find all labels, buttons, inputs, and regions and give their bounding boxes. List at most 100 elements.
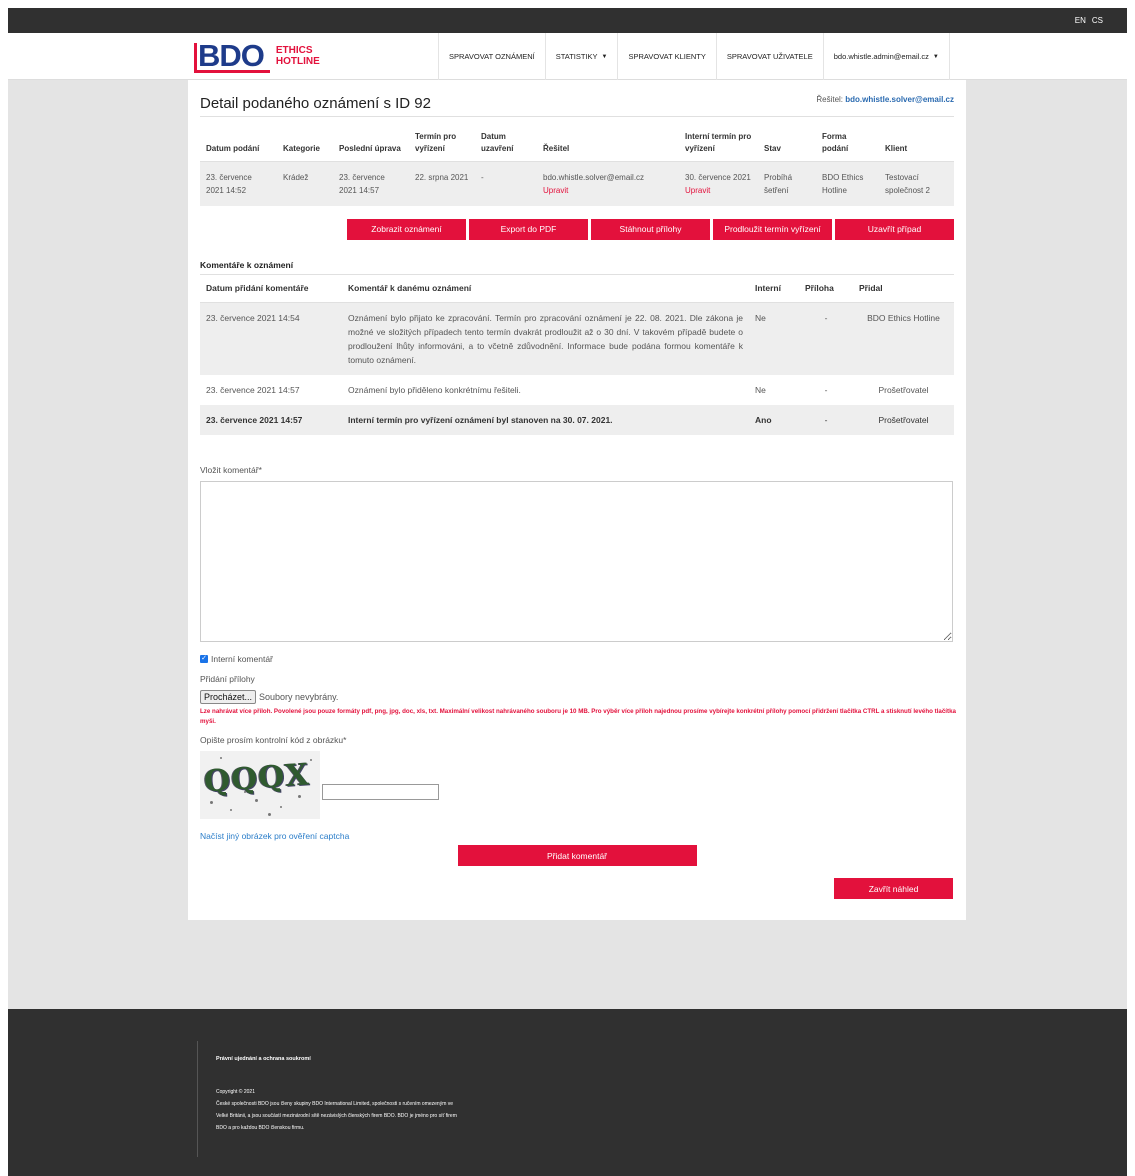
cell-client: Testovací společnost 2 [879,161,954,206]
comment-text: Oznámení bylo přiděleno konkrétnímu řeši… [348,385,521,395]
cell-closed: - [475,161,537,206]
internal-comment-label: Interní komentář [211,654,273,664]
col-category: Kategorie [277,117,333,162]
col-last-edit: Poslední úprava [333,117,409,162]
page-title: Detail podaného oznámení s ID 92 [200,95,431,112]
solver-label: Řešitel: [816,95,844,104]
table-row: 23. července 2021 14:54 Oznámení bylo př… [200,302,954,375]
nav-manage-clients[interactable]: SPRAVOVAT KLIENTY [617,33,715,80]
comment-attachment: - [799,405,853,435]
col-form: Forma podání [816,117,879,162]
cell-form: BDO Ethics Hotline [816,161,879,206]
attachment-warning: Lze nahrávat více příloh. Povolené jsou … [200,708,956,725]
legal-link[interactable]: Právní ujednání a ochrana soukromí [216,1056,311,1062]
caret-down-icon: ▼ [601,53,608,60]
browser-viewport: EN CS BDO ETHICS HOTLINE SPRAVOVAT OZNÁM… [8,8,1127,1176]
nav-manage-reports[interactable]: SPRAVOVAT OZNÁMENÍ [438,33,545,80]
comment-internal: Ano [749,405,799,435]
edit-internal-deadline-link[interactable]: Upravit [685,186,710,195]
col-internal-deadline: Interní termín pro vyřízení [679,117,758,162]
detail-table-row: 23. července 2021 14:52 Krádež 23. červe… [200,161,954,206]
col-comment-date: Datum přidání komentáře [200,274,342,303]
solver-email: bdo.whistle.solver@email.cz [845,95,954,104]
file-input: Procházet... Soubory nevybrány. [200,690,954,704]
col-status: Stav [758,117,816,162]
close-case-button[interactable]: Uzavřít případ [835,218,954,240]
export-pdf-button[interactable]: Export do PDF [469,218,588,240]
navbar: BDO ETHICS HOTLINE SPRAVOVAT OZNÁMENÍ ST… [8,33,1127,80]
cell-status: Probíhá šetření [758,161,816,206]
logo-subtitle: ETHICS HOTLINE [276,45,320,67]
col-comment-text: Komentář k danému oznámení [342,274,749,303]
nav-statistics[interactable]: STATISTIKY ▼ [544,33,618,80]
comment-text: Interní termín pro vyřízení oznámení byl… [342,405,749,435]
cell-internal-deadline: 30. července 2021 Upravit [679,161,758,206]
solver-info: Řešitel: bdo.whistle.solver@email.cz [816,95,954,104]
col-comment-author: Přidal [853,274,954,303]
add-comment-button[interactable]: Přidat komentář [457,845,697,866]
col-comment-attachment: Příloha [799,274,853,303]
comment-author: BDO Ethics Hotline [853,302,954,375]
detail-table: Datum podání Kategorie Poslední úprava T… [200,117,954,206]
nav-manage-clients-label: SPRAVOVAT KLIENTY [628,52,706,61]
footer: Právní ujednání a ochrana soukromí Copyr… [8,1009,1127,1176]
nav-manage-users-label: SPRAVOVAT UŽIVATELE [726,52,813,61]
solver-email-cell: bdo.whistle.solver@email.cz [543,172,645,182]
comment-text: Oznámení bylo přijato ke zpracování. Ter… [342,302,749,375]
captcha-image: QQQX [200,751,320,819]
comment-internal: Ne [755,385,766,395]
nav-manage-users[interactable]: SPRAVOVAT UŽIVATELE [715,33,823,80]
nav-user-menu[interactable]: bdo.whistle.admin@email.cz ▼ [822,33,950,80]
comments-title: Komentáře k oznámení [200,260,954,275]
show-report-button[interactable]: Zobrazit oznámení [347,218,466,240]
lang-cs-link[interactable]: CS [1092,16,1103,25]
edit-solver-link[interactable]: Upravit [543,184,673,197]
no-files-text: Soubory nevybrány. [259,692,339,702]
comment-author-link[interactable]: Prošetřovatel [853,375,954,405]
bdo-logo[interactable]: BDO ETHICS HOTLINE [194,38,320,73]
comment-textarea[interactable] [200,481,953,642]
internal-deadline-value: 30. července 2021 [685,172,751,182]
nav-statistics-label: STATISTIKY [555,52,598,61]
comment-label: Vložit komentář* [200,465,262,475]
footer-text-1: České společnosti BDO jsou členy skupiny… [216,1101,454,1107]
close-preview-button[interactable]: Zavřít náhled [834,878,953,899]
cell-last-edit: 23. července 2021 14:57 [333,161,409,206]
table-row: 23. července 2021 14:57 Interní termín p… [200,405,954,435]
cell-deadline: 22. srpna 2021 [409,161,475,206]
logo-brand-text: BDO [198,38,265,73]
logo-line-hotline: HOTLINE [275,56,320,67]
main-nav: SPRAVOVAT OZNÁMENÍ STATISTIKY ▼ SPRAVOVAT… [438,33,950,80]
col-solver: Řešitel [537,117,679,162]
cell-submitted: 23. července 2021 14:52 [200,161,277,206]
footer-divider [197,1041,198,1157]
comment-date: 23. července 2021 14:57 [206,385,300,395]
captcha-text: QQQX [202,757,311,800]
comments-table-header: Datum přidání komentáře Komentář k daném… [200,274,954,303]
comment-attachment: - [824,385,828,395]
detail-table-header: Datum podání Kategorie Poslední úprava T… [200,117,954,162]
comment-author-link[interactable]: Prošetřovatel [853,405,954,435]
nav-user-email: bdo.whistle.admin@email.cz [833,52,929,61]
logo-underline [194,70,270,73]
captcha-input[interactable] [322,784,439,800]
internal-comment-checkbox[interactable]: ✓ Interní komentář [200,654,954,664]
logo-line-ethics: ETHICS [275,45,313,56]
col-client: Klient [879,117,954,162]
comment-internal: Ne [749,302,799,375]
action-buttons: Zobrazit oznámení Export do PDF Stáhnout… [200,218,954,240]
comment-date: 23. července 2021 14:54 [200,302,342,375]
caret-down-icon: ▼ [932,53,939,60]
table-row: 23. července 2021 14:57 Oznámení bylo př… [200,375,954,405]
download-attachments-button[interactable]: Stáhnout přílohy [591,218,710,240]
reload-captcha-link[interactable]: Načíst jiný obrázek pro ověření captcha [200,831,954,841]
report-detail-card: Detail podaného oznámení s ID 92 Řešitel… [188,80,966,920]
checkbox-checked-icon: ✓ [200,655,208,663]
browse-button[interactable]: Procházet... [200,690,257,704]
logo-brand: BDO [194,38,270,73]
captcha-row: QQQX [200,751,954,819]
attachment-label: Přidání přílohy [200,674,255,684]
lang-en-link[interactable]: EN [1075,16,1086,25]
extend-deadline-button[interactable]: Prodloužit termín vyřízení [713,218,832,240]
top-bar: EN CS [8,8,1127,33]
